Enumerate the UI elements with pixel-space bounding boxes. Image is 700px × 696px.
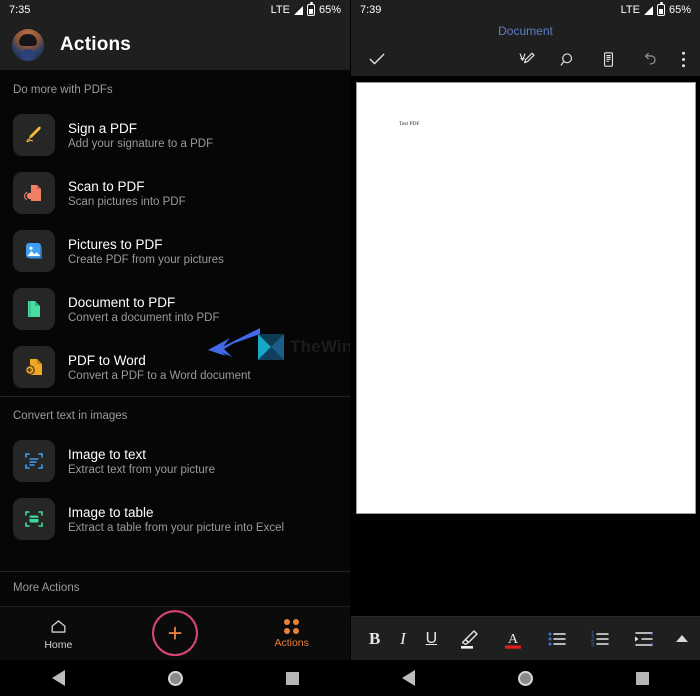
page-title: Actions (60, 34, 132, 55)
svg-text:A: A (508, 632, 519, 647)
signal-icon (293, 5, 303, 15)
nav-item-actions[interactable]: Actions (233, 618, 350, 649)
dual-screenshot: 7:35 LTE 65% Actions Do more with PDFs S… (0, 0, 700, 696)
actions-list[interactable]: Do more with PDFs Sign a PDF Add your si… (0, 70, 350, 571)
back-button[interactable] (402, 670, 416, 686)
list-item-subtitle: Extract text from your picture (68, 463, 215, 476)
status-bar: 7:35 LTE 65% (0, 0, 350, 20)
battery-percent: 65% (318, 4, 341, 16)
section-header-convert-text: Convert text in images (0, 396, 350, 432)
document-title[interactable]: Document (498, 24, 553, 38)
list-item-title: Document to PDF (68, 294, 176, 310)
document-page[interactable]: Test PDF (356, 82, 696, 514)
nav-label-home: Home (44, 638, 73, 651)
grid-dots-icon (284, 618, 300, 634)
list-item-title: Scan to PDF (68, 178, 145, 194)
svg-text:3: 3 (591, 642, 595, 648)
home-button[interactable] (517, 670, 533, 686)
bulleted-list-button[interactable] (545, 627, 569, 651)
chevron-up-icon (675, 635, 688, 642)
system-navigation-bar (0, 660, 350, 696)
font-color-button[interactable]: A (501, 627, 525, 651)
list-item-subtitle: Extract a table from your picture into E… (68, 521, 285, 534)
status-bar: 7:39 LTE 65% (351, 0, 700, 20)
list-item-title: Sign a PDF (68, 120, 138, 136)
network-label: LTE (620, 4, 640, 16)
formatting-toolbar: B I U A 1 2 3 (351, 616, 700, 660)
list-item-pictures-to-pdf[interactable]: Pictures to PDF Create PDF from your pic… (0, 222, 350, 280)
list-item-subtitle: Add your signature to a PDF (68, 137, 214, 150)
back-button[interactable] (51, 670, 65, 686)
battery-icon (306, 2, 315, 16)
collapse-toolbar-button[interactable] (675, 635, 688, 642)
pen-icon (13, 114, 55, 156)
recents-button[interactable] (285, 671, 299, 685)
list-item-subtitle: Scan pictures into PDF (68, 195, 186, 208)
status-time: 7:39 (360, 4, 382, 16)
document-canvas[interactable]: Test PDF (351, 76, 700, 616)
page-body-text[interactable]: Test PDF (399, 121, 420, 127)
list-item-subtitle: Convert a PDF to a Word document (68, 369, 251, 382)
list-item-title: Image to text (68, 446, 147, 462)
app-header: Actions (0, 20, 350, 70)
section-header-pdfs: Do more with PDFs (13, 84, 113, 96)
system-navigation-bar (351, 660, 700, 696)
battery-percent: 65% (668, 4, 691, 16)
mobile-view-icon[interactable] (599, 50, 618, 69)
scan-text-icon (13, 440, 55, 482)
signal-icon (643, 5, 653, 15)
list-item-subtitle: Create PDF from your pictures (68, 253, 224, 266)
thewindowsclub-logo-icon (258, 334, 284, 360)
checkmark-icon[interactable] (367, 49, 387, 69)
battery-icon (656, 2, 665, 16)
search-icon[interactable] (558, 50, 577, 69)
list-item-document-to-pdf[interactable]: Document to PDF Convert a document into … (0, 280, 350, 338)
list-item-image-to-table[interactable]: Image to table Extract a table from your… (0, 490, 350, 548)
list-item-scan-to-pdf[interactable]: Scan to PDF Scan pictures into PDF (0, 164, 350, 222)
numbered-list-button[interactable]: 1 2 3 (588, 627, 612, 651)
italic-button[interactable]: I (400, 629, 406, 649)
scan-document-icon (13, 172, 55, 214)
list-item-sign-a-pdf[interactable]: Sign a PDF Add your signature to a PDF (0, 106, 350, 164)
scan-table-icon (13, 498, 55, 540)
add-button[interactable] (152, 609, 198, 656)
pdf-to-word-icon (13, 346, 55, 388)
underline-button[interactable]: U (426, 630, 438, 648)
nav-label-actions: Actions (274, 636, 309, 649)
home-button[interactable] (167, 670, 183, 686)
left-phone-screen: 7:35 LTE 65% Actions Do more with PDFs S… (0, 0, 435, 696)
status-time: 7:35 (9, 4, 31, 16)
highlight-button[interactable] (457, 627, 481, 651)
list-item-subtitle: Convert a document into PDF (68, 311, 220, 324)
recents-button[interactable] (635, 671, 649, 685)
overflow-menu-icon[interactable] (681, 50, 686, 69)
ink-pen-icon[interactable] (517, 50, 536, 69)
document-icon (13, 288, 55, 330)
right-phone-screen: 7:39 LTE 65% Document Test PDF B I U A 1… (350, 0, 700, 696)
nav-item-home[interactable]: Home (0, 617, 117, 651)
list-item-image-to-text[interactable]: Image to text Extract text from your pic… (0, 432, 350, 490)
list-item-title: Image to table (68, 504, 154, 520)
bold-button[interactable]: B (369, 629, 380, 649)
undo-icon[interactable] (640, 50, 659, 69)
network-label: LTE (270, 4, 290, 16)
bottom-navigation-bar: Home Actions (0, 606, 350, 660)
avatar[interactable] (12, 29, 44, 61)
picture-icon (13, 230, 55, 272)
more-actions-header: More Actions (0, 571, 350, 606)
document-toolbar (351, 42, 700, 76)
pointing-arrow (200, 326, 262, 371)
list-item-title: Pictures to PDF (68, 236, 163, 252)
indent-button[interactable] (632, 627, 656, 651)
document-title-bar: Document (351, 20, 700, 42)
